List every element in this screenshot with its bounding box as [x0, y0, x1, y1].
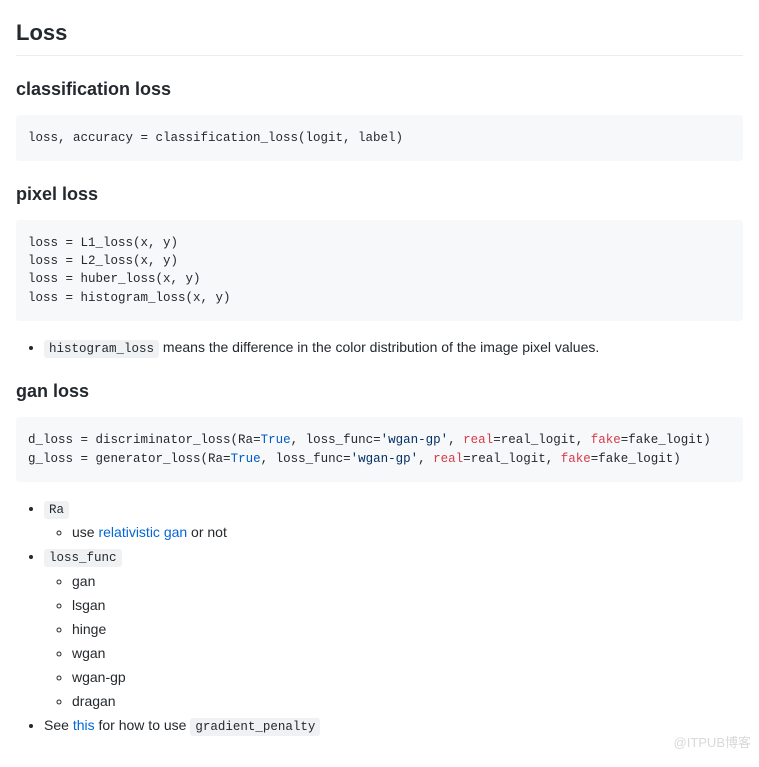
- inline-code-gradient-penalty: gradient_penalty: [190, 718, 320, 736]
- list-item: loss_func gan lsgan hinge wgan wgan-gp d…: [44, 546, 743, 712]
- relativistic-gan-link[interactable]: relativistic gan: [98, 524, 187, 540]
- note-text: means the difference in the color distri…: [159, 339, 599, 355]
- list-item: lsgan: [72, 595, 743, 616]
- list-item: See this for how to use gradient_penalty: [44, 715, 743, 737]
- list-item: wgan: [72, 643, 743, 664]
- code-block-classification: loss, accuracy = classification_loss(log…: [16, 115, 743, 161]
- see-this-link[interactable]: this: [73, 717, 95, 733]
- text: See: [44, 717, 73, 733]
- inline-code-lossfunc: loss_func: [44, 549, 122, 567]
- inline-code-histogram: histogram_loss: [44, 340, 159, 358]
- list-item: use relativistic gan or not: [72, 522, 743, 543]
- code-block-gan: d_loss = discriminator_loss(Ra=True, los…: [16, 417, 743, 481]
- list-item: gan: [72, 571, 743, 592]
- list-item: hinge: [72, 619, 743, 640]
- code-block-pixel: loss = L1_loss(x, y) loss = L2_loss(x, y…: [16, 220, 743, 321]
- text: for how to use: [95, 717, 191, 733]
- text: use: [72, 524, 98, 540]
- section-heading-classification: classification loss: [16, 76, 743, 103]
- section-heading-pixel: pixel loss: [16, 181, 743, 208]
- list-item: wgan-gp: [72, 667, 743, 688]
- inline-code-ra: Ra: [44, 501, 69, 519]
- list-item: Ra use relativistic gan or not: [44, 498, 743, 544]
- list-item: dragan: [72, 691, 743, 712]
- gan-note-list: Ra use relativistic gan or not loss_func…: [16, 498, 743, 737]
- page-title: Loss: [16, 16, 743, 56]
- text: or not: [187, 524, 227, 540]
- pixel-note-list: histogram_loss means the difference in t…: [16, 337, 743, 359]
- list-item: histogram_loss means the difference in t…: [44, 337, 743, 359]
- section-heading-gan: gan loss: [16, 378, 743, 405]
